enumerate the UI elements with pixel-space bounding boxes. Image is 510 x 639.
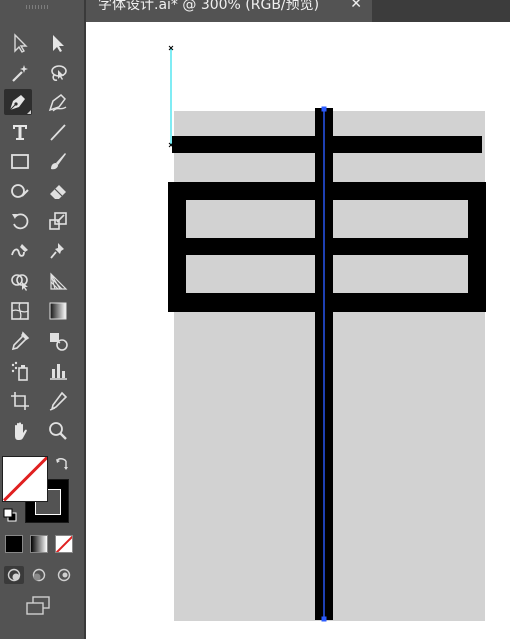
rotate-icon: [12, 213, 29, 230]
rectangle-icon: [11, 154, 29, 169]
tools-panel: [0, 0, 84, 639]
hand-icon: [15, 422, 27, 440]
canvas-svg: [168, 45, 486, 622]
gradient-icon: [49, 302, 67, 320]
shape-builder-tool[interactable]: [6, 268, 34, 294]
draw-inside-button[interactable]: [54, 566, 74, 584]
anchor-point-bottom[interactable]: [321, 616, 327, 622]
eraser-icon: [50, 185, 66, 199]
swap-fill-stroke-icon[interactable]: [54, 456, 70, 472]
magic-wand-icon: [12, 65, 28, 82]
rectangle-tool[interactable]: [6, 148, 34, 174]
curvature-tool[interactable]: [44, 89, 72, 115]
scale-icon: [49, 212, 67, 230]
blend-icon: [50, 333, 68, 351]
magic-wand-tool[interactable]: [6, 60, 34, 86]
line-segment-tool[interactable]: [44, 119, 72, 145]
shaper-tool[interactable]: [6, 178, 34, 204]
arrow-filled-icon: [53, 35, 64, 52]
draw-behind-button[interactable]: [29, 566, 49, 584]
shaper-icon: [11, 184, 29, 198]
symbol-sprayer-tool[interactable]: [6, 358, 34, 384]
draw-normal-icon: [7, 568, 21, 582]
canvas[interactable]: [86, 22, 510, 639]
none-slash: [3, 457, 47, 501]
brush-icon: [51, 153, 66, 170]
close-tab-icon[interactable]: ✕: [350, 0, 362, 11]
puppet-warp-tool[interactable]: [44, 238, 72, 264]
default-fill-stroke-icon[interactable]: [2, 507, 18, 523]
zoom-tool[interactable]: [44, 418, 72, 444]
type-tool[interactable]: [6, 119, 34, 145]
document-tab[interactable]: 字体设计.ai* @ 300% (RGB/预览) ✕: [86, 0, 372, 22]
color-mode-button[interactable]: [5, 535, 23, 553]
scale-tool[interactable]: [44, 208, 72, 234]
draw-normal-button[interactable]: [4, 566, 24, 584]
column-graph-tool[interactable]: [44, 358, 72, 384]
panel-grip[interactable]: [26, 5, 50, 9]
warp-icon: [11, 244, 28, 257]
slice-tool[interactable]: [44, 388, 72, 414]
draw-behind-icon: [32, 568, 46, 582]
pen-tool[interactable]: [4, 89, 32, 115]
line-icon: [50, 124, 66, 141]
warp-tool[interactable]: [6, 238, 34, 264]
gradient-tool[interactable]: [44, 298, 72, 324]
artboard-icon: [11, 392, 29, 410]
lasso-icon: [51, 65, 67, 81]
symbol-sprayer-icon: [11, 361, 28, 381]
mesh-icon: [11, 302, 29, 320]
perspective-grid-tool[interactable]: [44, 268, 72, 294]
selection-tool[interactable]: [6, 30, 34, 56]
tool-group-indicator: [27, 110, 31, 114]
pen-icon: [9, 95, 25, 111]
document-tab-bar: 字体设计.ai* @ 300% (RGB/预览) ✕: [86, 0, 510, 22]
perspective-grid-icon: [50, 272, 68, 290]
document-tab-title: 字体设计.ai* @ 300% (RGB/预览): [98, 0, 320, 13]
curvature-pen-icon: [48, 94, 67, 112]
eraser-tool[interactable]: [44, 178, 72, 204]
gradient-mode-button[interactable]: [30, 535, 48, 553]
lasso-tool[interactable]: [44, 60, 72, 86]
paintbrush-tool[interactable]: [44, 148, 72, 174]
pin-icon: [50, 243, 64, 259]
slice-icon: [49, 391, 68, 411]
none-slash: [56, 536, 72, 552]
direct-selection-tool[interactable]: [44, 30, 72, 56]
blend-tool[interactable]: [44, 328, 72, 354]
type-icon: [13, 125, 27, 140]
mesh-tool[interactable]: [6, 298, 34, 324]
rotate-tool[interactable]: [6, 208, 34, 234]
none-mode-button[interactable]: [55, 535, 73, 553]
column-graph-icon: [50, 364, 67, 380]
zoom-icon: [49, 422, 67, 440]
draw-inside-icon: [57, 568, 71, 582]
artboard-tool[interactable]: [6, 388, 34, 414]
shape-builder-icon: [11, 274, 28, 291]
eyedropper-icon: [11, 331, 30, 351]
anchor-point-top[interactable]: [321, 106, 327, 112]
screen-mode-icon[interactable]: [24, 595, 52, 617]
hand-tool[interactable]: [6, 418, 34, 444]
arrow-outline-icon: [14, 33, 28, 53]
eyedropper-tool[interactable]: [6, 328, 34, 354]
fill-color-swatch[interactable]: [2, 456, 48, 502]
